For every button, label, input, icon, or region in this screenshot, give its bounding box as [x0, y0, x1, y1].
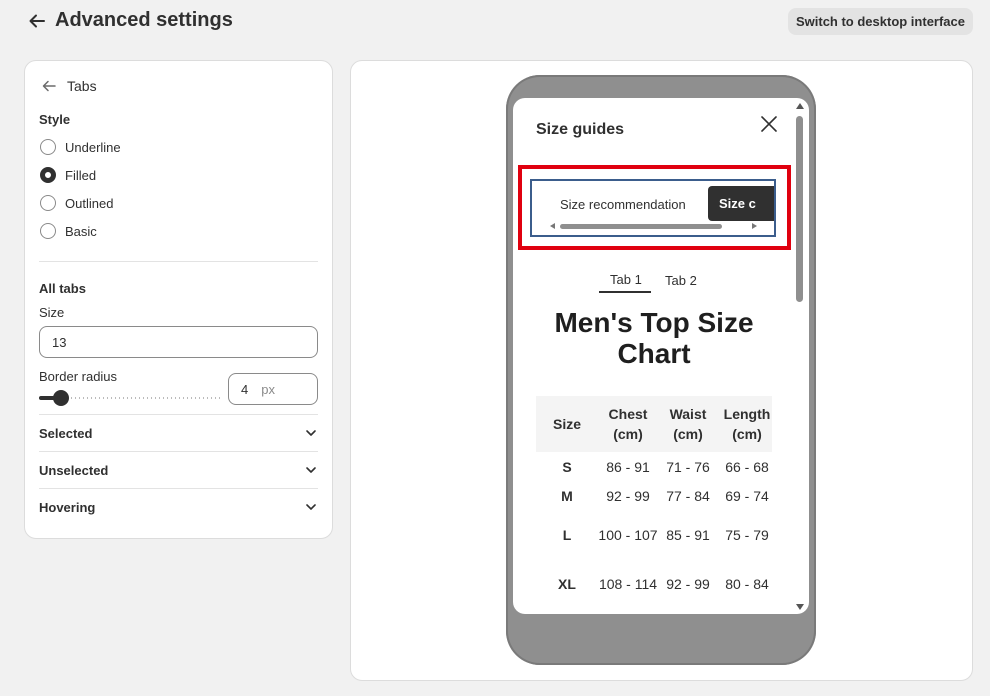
table-cell: 92 - 99: [666, 575, 710, 592]
accordion-selected[interactable]: Selected: [39, 424, 318, 442]
tab-size-chart[interactable]: Size c: [708, 186, 774, 221]
style-option-label: Underline: [65, 139, 121, 155]
table-header: Chest (cm): [598, 396, 658, 452]
table-cell: 77 - 84: [666, 487, 710, 504]
inner-tab-1[interactable]: Tab 1: [610, 272, 642, 287]
radio-icon[interactable]: [40, 223, 56, 239]
table-cell: 86 - 91: [606, 458, 650, 475]
style-option-filled[interactable]: Filled: [40, 166, 96, 184]
close-icon[interactable]: [760, 115, 778, 133]
scroll-right-icon[interactable]: [752, 223, 757, 229]
border-radius-value: 4: [241, 381, 249, 397]
size-guide-tabs: Size recommendation Size c: [530, 179, 776, 237]
style-option-label: Filled: [65, 167, 97, 183]
divider: [39, 261, 318, 262]
accordion-label: Unselected: [39, 462, 109, 478]
style-section-title: Style: [39, 112, 71, 127]
table-header-row: Size Chest (cm) Waist (cm) Length (cm): [536, 396, 772, 452]
divider: [39, 488, 318, 489]
table-row: M 92 - 99 77 - 84 69 - 74: [536, 481, 772, 510]
size-table: Size Chest (cm) Waist (cm) Length (cm) S…: [536, 396, 772, 608]
size-table-viewport: Size Chest (cm) Waist (cm) Length (cm) S…: [536, 396, 772, 614]
style-option-label: Outlined: [65, 195, 114, 211]
arrow-left-icon: [42, 80, 56, 92]
horizontal-scrollbar-thumb[interactable]: [560, 224, 722, 229]
chevron-down-icon: [306, 430, 316, 436]
style-option-underline[interactable]: Underline: [40, 138, 121, 156]
accordion-unselected[interactable]: Unselected: [39, 461, 318, 479]
tabs-back-link[interactable]: Tabs: [41, 78, 97, 94]
table-header: Length (cm): [718, 396, 772, 452]
border-radius-input[interactable]: 4 px: [228, 373, 318, 405]
size-chart-title: Men's Top Size Chart: [554, 307, 754, 369]
table-cell: XL: [558, 575, 576, 592]
accordion-hovering[interactable]: Hovering: [39, 498, 318, 516]
table-row: L 100 - 107 85 - 91 75 - 79: [536, 510, 772, 559]
inner-tab-2[interactable]: Tab 2: [665, 273, 697, 288]
table-cell: 100 - 107: [598, 526, 658, 543]
accordion-label: Selected: [39, 425, 93, 441]
table-header: Waist (cm): [658, 396, 718, 452]
switch-desktop-button[interactable]: Switch to desktop interface: [788, 8, 973, 35]
border-radius-slider-thumb[interactable]: [53, 390, 69, 406]
chevron-down-icon: [306, 467, 316, 473]
accordion-label: Hovering: [39, 499, 96, 515]
table-cell: 80 - 84: [725, 575, 769, 592]
radio-icon[interactable]: [40, 195, 56, 211]
table-cell: 108 - 114: [598, 575, 658, 592]
table-cell: M: [561, 487, 573, 504]
style-option-label: Basic: [65, 223, 97, 239]
divider: [39, 414, 318, 415]
table-header: Size: [536, 396, 598, 452]
tab-size-recommendation[interactable]: Size recommendation: [560, 197, 686, 212]
scroll-left-icon[interactable]: [550, 223, 555, 229]
border-radius-label: Border radius: [39, 369, 118, 384]
table-cell: 69 - 74: [725, 487, 769, 504]
radio-checked-icon[interactable]: [40, 167, 56, 183]
size-input[interactable]: 13: [39, 326, 318, 358]
tabs-back-label: Tabs: [67, 78, 97, 94]
table-cell: 85 - 91: [666, 526, 710, 543]
table-cell: 66 - 68: [725, 458, 769, 475]
table-cell: 75 - 79: [725, 526, 769, 543]
scroll-up-icon[interactable]: [796, 103, 804, 109]
back-arrow-icon[interactable]: [28, 12, 46, 30]
table-cell: 71 - 76: [666, 458, 710, 475]
page-title: Advanced settings: [55, 9, 233, 31]
scroll-down-icon[interactable]: [796, 604, 804, 610]
table-row: S 86 - 91 71 - 76 66 - 68: [536, 452, 772, 481]
settings-panel: Tabs Style Underline Filled Outlined Bas…: [24, 60, 333, 539]
chevron-down-icon: [306, 504, 316, 510]
inner-tab-underline: [599, 291, 651, 293]
table-cell: S: [562, 458, 572, 475]
table-cell: 92 - 99: [606, 487, 650, 504]
divider: [39, 451, 318, 452]
style-option-outlined[interactable]: Outlined: [40, 194, 113, 212]
border-radius-unit: px: [261, 381, 275, 397]
vertical-scrollbar-thumb[interactable]: [796, 116, 803, 302]
size-label: Size: [39, 305, 65, 320]
all-tabs-title: All tabs: [39, 281, 86, 296]
table-cell: L: [562, 526, 572, 543]
style-option-basic[interactable]: Basic: [40, 222, 97, 240]
radio-icon[interactable]: [40, 139, 56, 155]
modal-title: Size guides: [536, 121, 625, 138]
table-row: XL 108 - 114 92 - 99 80 - 84: [536, 559, 772, 608]
